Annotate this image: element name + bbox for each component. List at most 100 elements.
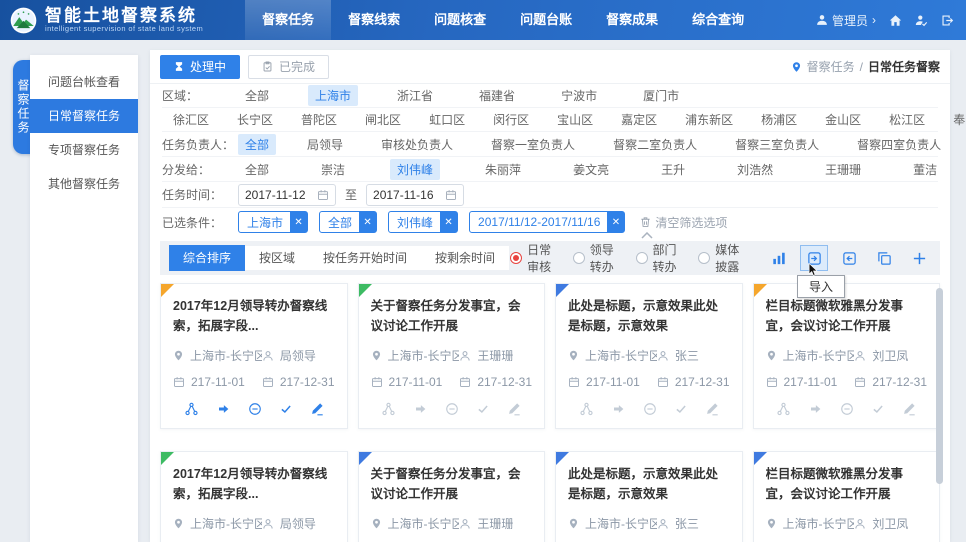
filter-option[interactable]: 杨浦区	[754, 109, 804, 130]
filter-option[interactable]: 奉贤区	[946, 109, 966, 130]
distribute-icon[interactable]	[579, 402, 594, 416]
user-audit-icon[interactable]	[915, 14, 928, 27]
forward-icon[interactable]	[808, 403, 823, 415]
filter-option[interactable]: 上海市	[308, 85, 358, 106]
tab-done[interactable]: 已完成	[248, 55, 329, 79]
vertical-scrollbar[interactable]	[936, 288, 943, 484]
suspend-icon[interactable]	[248, 402, 262, 416]
suspend-icon[interactable]	[445, 402, 459, 416]
nav-item[interactable]: 综合查询	[675, 0, 761, 40]
filter-option[interactable]: 厦门市	[636, 85, 686, 106]
filter-option[interactable]: 宝山区	[550, 109, 600, 130]
filter-option[interactable]: 松江区	[882, 109, 932, 130]
filter-option[interactable]: 徐汇区	[166, 109, 216, 130]
nav-item[interactable]: 问题台账	[503, 0, 589, 40]
forward-icon[interactable]	[611, 403, 626, 415]
sidebar-item[interactable]: 日常督察任务	[30, 99, 138, 133]
sort-option[interactable]: 按剩余时间	[421, 245, 509, 271]
export-icon[interactable]	[836, 246, 862, 270]
filter-option[interactable]: 福建省	[472, 85, 522, 106]
task-card[interactable]: 栏目标题微软雅黑分发事宜，会议讨论工作开展 上海市-长宁区	[753, 283, 941, 429]
filter-option[interactable]: 宁波市	[554, 85, 604, 106]
date-from-input[interactable]: 2017-11-12	[238, 184, 336, 206]
add-icon[interactable]	[906, 246, 932, 270]
forward-icon[interactable]	[413, 403, 428, 415]
logout-icon[interactable]	[941, 14, 954, 27]
edit-icon[interactable]	[705, 402, 719, 416]
filter-option[interactable]: 刘浩然	[730, 159, 780, 180]
filter-option[interactable]: 王升	[654, 159, 692, 180]
nav-item[interactable]: 督察成果	[589, 0, 675, 40]
type-radio[interactable]: 领导转办	[573, 241, 623, 275]
complete-icon[interactable]	[476, 403, 490, 415]
filter-option[interactable]: 金山区	[818, 109, 868, 130]
import-icon[interactable]: 导入	[801, 246, 827, 270]
task-card[interactable]: 关于督察任务分发事宜，会议讨论工作开展 上海市-长宁区	[358, 283, 546, 429]
sidebar-item[interactable]: 其他督察任务	[30, 167, 138, 201]
nav-item[interactable]: 督察线索	[331, 0, 417, 40]
filter-option[interactable]: 长宁区	[230, 109, 280, 130]
filter-option[interactable]: 全部	[238, 134, 276, 155]
filter-option[interactable]: 局领导	[300, 134, 350, 155]
copy-icon[interactable]	[871, 246, 897, 270]
filter-option[interactable]: 全部	[238, 85, 276, 106]
filter-option[interactable]: 督察四室负责人	[850, 134, 948, 155]
suspend-icon[interactable]	[643, 402, 657, 416]
suspend-icon[interactable]	[840, 402, 854, 416]
filter-option[interactable]: 姜文亮	[566, 159, 616, 180]
type-radio[interactable]: 媒体披露	[698, 241, 748, 275]
clear-filters-button[interactable]: 清空筛选选项	[640, 214, 727, 231]
complete-icon[interactable]	[871, 403, 885, 415]
chart-icon[interactable]	[766, 246, 792, 270]
complete-icon[interactable]	[279, 403, 293, 415]
type-radio[interactable]: 日常审核	[510, 241, 560, 275]
filter-option[interactable]: 督察三室负责人	[728, 134, 826, 155]
filter-option[interactable]: 闵行区	[486, 109, 536, 130]
sort-option[interactable]: 综合排序	[169, 245, 245, 271]
sort-option[interactable]: 按区域	[245, 245, 309, 271]
filter-option[interactable]: 浙江省	[390, 85, 440, 106]
type-radio[interactable]: 部门转办	[636, 241, 686, 275]
close-icon[interactable]: ✕	[359, 212, 376, 232]
filter-option[interactable]: 王珊珊	[818, 159, 868, 180]
close-icon[interactable]: ✕	[607, 212, 624, 232]
distribute-icon[interactable]	[776, 402, 791, 416]
filter-option[interactable]: 全部	[238, 159, 276, 180]
edit-icon[interactable]	[507, 402, 521, 416]
distribute-icon[interactable]	[184, 402, 199, 416]
filter-option[interactable]: 董洁	[906, 159, 944, 180]
filter-option[interactable]: 虹口区	[422, 109, 472, 130]
nav-item[interactable]: 督察任务	[245, 0, 331, 40]
filter-option[interactable]: 浦东新区	[678, 109, 740, 130]
nav-item[interactable]: 问题核查	[417, 0, 503, 40]
edit-icon[interactable]	[310, 402, 324, 416]
sidebar-item[interactable]: 专项督察任务	[30, 133, 138, 167]
complete-icon[interactable]	[674, 403, 688, 415]
collapse-chevron-icon[interactable]	[632, 230, 662, 240]
task-card[interactable]: 栏目标题微软雅黑分发事宜，会议讨论工作开展 上海市-长宁区	[753, 451, 941, 542]
task-card[interactable]: 2017年12月领导转办督察线索，拓展字段... 上海市-长宁区	[160, 451, 348, 542]
filter-option[interactable]: 嘉定区	[614, 109, 664, 130]
distribute-icon[interactable]	[381, 402, 396, 416]
filter-option[interactable]: 审核处负责人	[374, 134, 460, 155]
filter-option[interactable]: 普陀区	[294, 109, 344, 130]
breadcrumb-root[interactable]: 督察任务	[807, 58, 855, 75]
filter-option[interactable]: 督察二室负责人	[606, 134, 704, 155]
date-to-input[interactable]: 2017-11-16	[366, 184, 464, 206]
filter-option[interactable]: 刘伟峰	[390, 159, 440, 180]
sidebar-item[interactable]: 问题台帐查看	[30, 65, 138, 99]
task-card[interactable]: 此处是标题，示意效果此处是标题，示意效果 上海市-长宁区	[555, 451, 743, 542]
forward-icon[interactable]	[216, 403, 231, 415]
home-icon[interactable]	[889, 14, 902, 27]
close-icon[interactable]: ✕	[440, 212, 457, 232]
task-card[interactable]: 2017年12月领导转办督察线索，拓展字段... 上海市-长宁区	[160, 283, 348, 429]
task-card[interactable]: 此处是标题，示意效果此处是标题，示意效果 上海市-长宁区	[555, 283, 743, 429]
edit-icon[interactable]	[902, 402, 916, 416]
tab-processing[interactable]: 处理中	[160, 55, 240, 79]
filter-option[interactable]: 督察一室负责人	[484, 134, 582, 155]
sort-option[interactable]: 按任务开始时间	[309, 245, 421, 271]
task-card[interactable]: 关于督察任务分发事宜，会议讨论工作开展 上海市-长宁区	[358, 451, 546, 542]
user-menu[interactable]: 管理员 ›	[816, 12, 876, 29]
filter-option[interactable]: 闸北区	[358, 109, 408, 130]
filter-option[interactable]: 崇洁	[314, 159, 352, 180]
